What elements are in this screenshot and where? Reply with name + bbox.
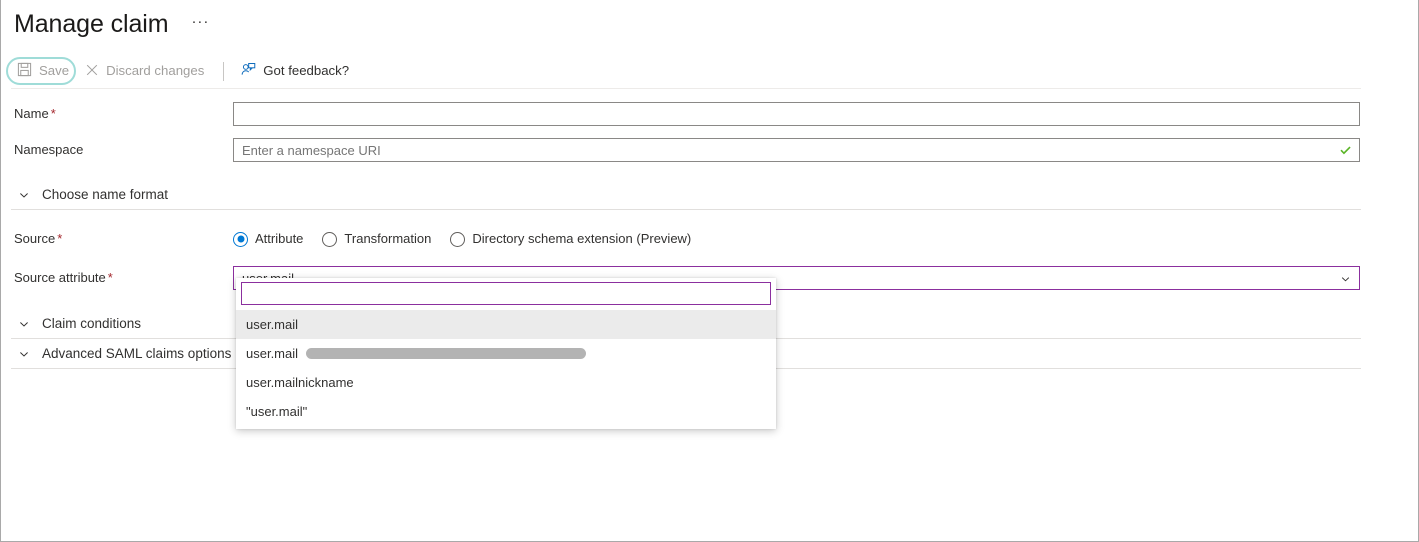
required-asterisk: *: [50, 106, 56, 121]
radio-source-directory-schema-extension-label: Directory schema extension (Preview): [472, 231, 692, 246]
green-checkmark-icon: [1339, 144, 1352, 157]
section-claim-conditions-label: Claim conditions: [42, 316, 142, 331]
name-input[interactable]: [233, 102, 1360, 126]
dropdown-option-label: "user.mail": [246, 404, 308, 419]
source-attribute-dropdown: user.mail user.mail user.mailnickname "u…: [236, 278, 776, 429]
page-title: Manage claim: [14, 10, 169, 38]
dropdown-option-label: user.mail: [246, 317, 299, 332]
chevron-down-icon: [18, 318, 30, 330]
section-advanced-saml-claims-options-label: Advanced SAML claims options: [42, 346, 232, 361]
section-choose-name-format[interactable]: Choose name format: [1, 180, 1418, 210]
radio-circle-icon: [233, 231, 248, 247]
required-asterisk: *: [57, 231, 63, 246]
dropdown-option-user-mail[interactable]: user.mail: [236, 310, 776, 339]
radio-circle-icon: [322, 231, 338, 247]
save-button[interactable]: Save: [10, 56, 78, 86]
required-asterisk: *: [107, 270, 113, 285]
radio-source-transformation[interactable]: Transformation: [322, 231, 431, 247]
source-radio-group: Attribute Transformation Directory schem…: [233, 231, 710, 247]
dropdown-option-user-mailnickname[interactable]: user.mailnickname: [236, 368, 776, 397]
dropdown-option-label: user.mail: [246, 346, 299, 361]
section-choose-name-format-toggle[interactable]: Choose name format: [14, 183, 174, 207]
namespace-label: Namespace: [14, 142, 84, 157]
namespace-input-placeholder: Enter a namespace URI: [242, 142, 381, 158]
radio-source-directory-schema-extension[interactable]: Directory schema extension (Preview): [450, 231, 691, 247]
got-feedback-label: Got feedback?: [263, 63, 350, 78]
dropdown-search-wrapper: [236, 278, 776, 310]
dropdown-option-user-mail-redacted[interactable]: user.mail: [236, 339, 776, 368]
radio-source-attribute[interactable]: Attribute: [233, 231, 303, 247]
person-feedback-icon: [241, 62, 256, 80]
section-claim-conditions-toggle[interactable]: Claim conditions: [14, 312, 147, 336]
section-divider: [11, 209, 1361, 210]
chevron-down-icon: [18, 189, 30, 201]
panel-header: Manage claim ···: [1, 0, 1418, 48]
discard-changes-button[interactable]: Discard changes: [78, 56, 213, 86]
namespace-input[interactable]: Enter a namespace URI: [233, 138, 1360, 162]
manage-claim-panel: Manage claim ··· Save Discard changes Go…: [0, 0, 1419, 542]
redaction-pill: [306, 348, 587, 359]
save-button-label: Save: [39, 63, 70, 78]
more-options-icon[interactable]: ···: [186, 14, 214, 35]
radio-source-attribute-label: Attribute: [255, 231, 304, 246]
source-label: Source *: [14, 231, 63, 246]
name-row: Name *: [1, 96, 1418, 132]
got-feedback-button[interactable]: Got feedback?: [234, 56, 358, 86]
save-floppy-icon: [17, 62, 32, 80]
radio-circle-icon: [450, 231, 466, 247]
chevron-down-icon[interactable]: [1340, 273, 1351, 284]
dropdown-search-input[interactable]: [241, 282, 771, 305]
name-label: Name *: [14, 106, 56, 121]
close-x-icon: [85, 63, 99, 80]
dropdown-option-label: user.mailnickname: [246, 375, 354, 390]
radio-source-transformation-label: Transformation: [344, 231, 432, 246]
command-bar-divider: [223, 61, 225, 81]
chevron-down-icon: [18, 348, 30, 360]
dropdown-option-user-mail-quoted[interactable]: "user.mail": [236, 397, 776, 426]
discard-changes-label: Discard changes: [106, 63, 205, 78]
namespace-row: Namespace Enter a namespace URI: [1, 132, 1418, 168]
command-bar: Save Discard changes Got feedback?: [1, 55, 1418, 87]
section-advanced-saml-claims-options-toggle[interactable]: Advanced SAML claims options: [14, 342, 237, 366]
source-attribute-label: Source attribute *: [14, 270, 113, 285]
section-choose-name-format-label: Choose name format: [42, 187, 169, 202]
source-row: Source * Attribute Transformation Directo…: [1, 221, 1418, 257]
command-bar-underline: [11, 88, 1361, 89]
